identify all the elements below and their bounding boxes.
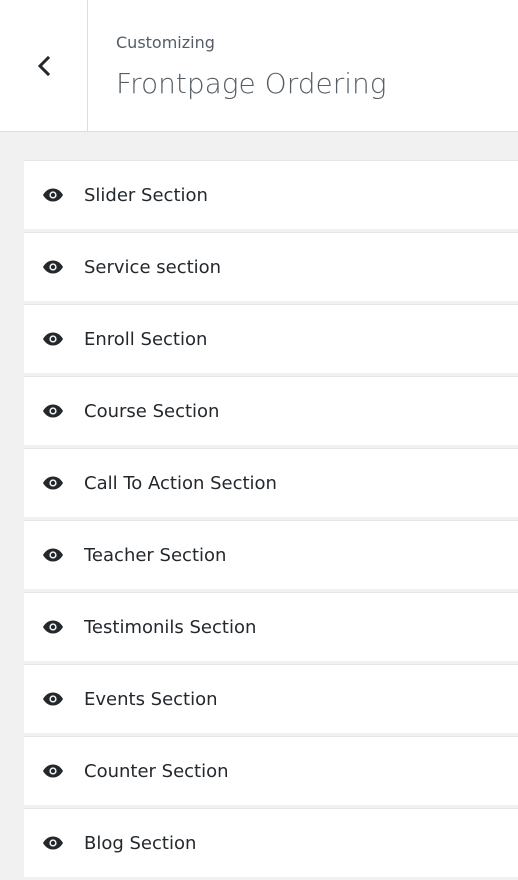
section-label: Teacher Section — [84, 544, 227, 566]
header-titles: Customizing Frontpage Ordering — [116, 32, 387, 101]
section-item-blog[interactable]: Blog Section — [24, 808, 518, 877]
section-item-course[interactable]: Course Section — [24, 376, 518, 445]
section-label: Events Section — [84, 688, 218, 710]
eye-icon[interactable] — [42, 619, 64, 635]
eye-icon[interactable] — [42, 403, 64, 419]
section-label: Call To Action Section — [84, 472, 277, 494]
section-item-slider[interactable]: Slider Section — [24, 160, 518, 229]
section-item-teacher[interactable]: Teacher Section — [24, 520, 518, 589]
back-button[interactable] — [0, 0, 88, 131]
section-label: Slider Section — [84, 184, 208, 206]
section-label: Enroll Section — [84, 328, 208, 350]
section-item-enroll[interactable]: Enroll Section — [24, 304, 518, 373]
eye-icon[interactable] — [42, 691, 64, 707]
eye-icon[interactable] — [42, 475, 64, 491]
chevron-left-icon — [37, 55, 50, 76]
section-label: Course Section — [84, 400, 220, 422]
customizing-label: Customizing — [116, 33, 215, 52]
section-label: Service section — [84, 256, 222, 278]
section-label: Blog Section — [84, 832, 197, 854]
eye-icon[interactable] — [42, 763, 64, 779]
customizer-header: Customizing Frontpage Ordering — [0, 0, 518, 132]
eye-icon[interactable] — [42, 259, 64, 275]
section-item-service[interactable]: Service section — [24, 232, 518, 301]
section-label: Counter Section — [84, 760, 229, 782]
section-label: Testimonils Section — [84, 616, 257, 638]
section-item-testimonials[interactable]: Testimonils Section — [24, 592, 518, 661]
section-item-call-to-action[interactable]: Call To Action Section — [24, 448, 518, 517]
eye-icon[interactable] — [42, 547, 64, 563]
eye-icon[interactable] — [42, 331, 64, 347]
section-item-counter[interactable]: Counter Section — [24, 736, 518, 805]
eye-icon[interactable] — [42, 835, 64, 851]
section-item-events[interactable]: Events Section — [24, 664, 518, 733]
section-order-list: Slider Section Service section Enroll Se… — [24, 160, 518, 880]
page-title: Frontpage Ordering — [116, 67, 387, 100]
eye-icon[interactable] — [42, 187, 64, 203]
